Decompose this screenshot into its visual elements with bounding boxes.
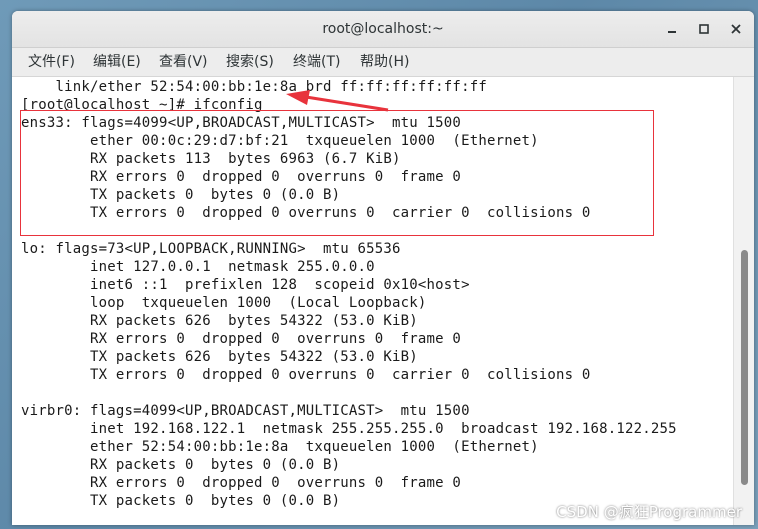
terminal-line: RX packets 626 bytes 54322 (53.0 KiB) [21, 313, 418, 329]
terminal-line: loop txqueuelen 1000 (Local Loopback) [21, 295, 427, 311]
menu-view[interactable]: 查看(V) [159, 48, 208, 76]
window-title: root@localhost:~ [322, 21, 444, 37]
minimize-icon [668, 31, 676, 33]
terminal-line: lo: flags=73<UP,LOOPBACK,RUNNING> mtu 65… [21, 241, 401, 257]
terminal-line: TX packets 626 bytes 54322 (53.0 KiB) [21, 349, 418, 365]
minimize-button[interactable] [662, 19, 682, 39]
terminal-line: TX packets 0 bytes 0 (0.0 B) [21, 493, 341, 509]
maximize-button[interactable] [694, 19, 714, 39]
terminal-line: link/ether 52:54:00:bb:1e:8a brd ff:ff:f… [21, 79, 487, 95]
terminal-line: RX errors 0 dropped 0 overruns 0 frame 0 [21, 475, 462, 491]
menu-bar: 文件(F) 编辑(E) 查看(V) 搜索(S) 终端(T) 帮助(H) [12, 48, 754, 77]
menu-edit[interactable]: 编辑(E) [93, 48, 141, 76]
terminal-line: RX errors 0 dropped 0 overruns 0 frame 0 [21, 331, 462, 347]
terminal-line: ether 52:54:00:bb:1e:8a txqueuelen 1000 … [21, 439, 539, 455]
terminal-line: virbr0: flags=4099<UP,BROADCAST,MULTICAS… [21, 403, 470, 419]
menu-file[interactable]: 文件(F) [28, 48, 75, 76]
csdn-watermark: CSDN @疯狂Programmer [556, 503, 742, 521]
title-bar[interactable]: root@localhost:~ [12, 11, 754, 48]
menu-search[interactable]: 搜索(S) [226, 48, 274, 76]
menu-terminal[interactable]: 终端(T) [293, 48, 340, 76]
terminal-line: TX errors 0 dropped 0 overruns 0 carrier… [21, 367, 591, 383]
terminal-line: inet6 ::1 prefixlen 128 scopeid 0x10<hos… [21, 277, 470, 293]
terminal-line: RX packets 0 bytes 0 (0.0 B) [21, 457, 341, 473]
close-button[interactable] [726, 19, 746, 39]
terminal-line: inet 127.0.0.1 netmask 255.0.0.0 [21, 259, 375, 275]
annotation-highlight-box [20, 110, 654, 236]
terminal-line: inet 192.168.122.1 netmask 255.255.255.0… [21, 421, 677, 437]
annotation-arrow-icon [286, 90, 389, 112]
menu-help[interactable]: 帮助(H) [360, 48, 409, 76]
vertical-scrollbar[interactable] [733, 77, 754, 525]
maximize-icon [699, 24, 709, 34]
close-icon [731, 24, 741, 34]
scrollbar-thumb[interactable] [741, 250, 748, 485]
